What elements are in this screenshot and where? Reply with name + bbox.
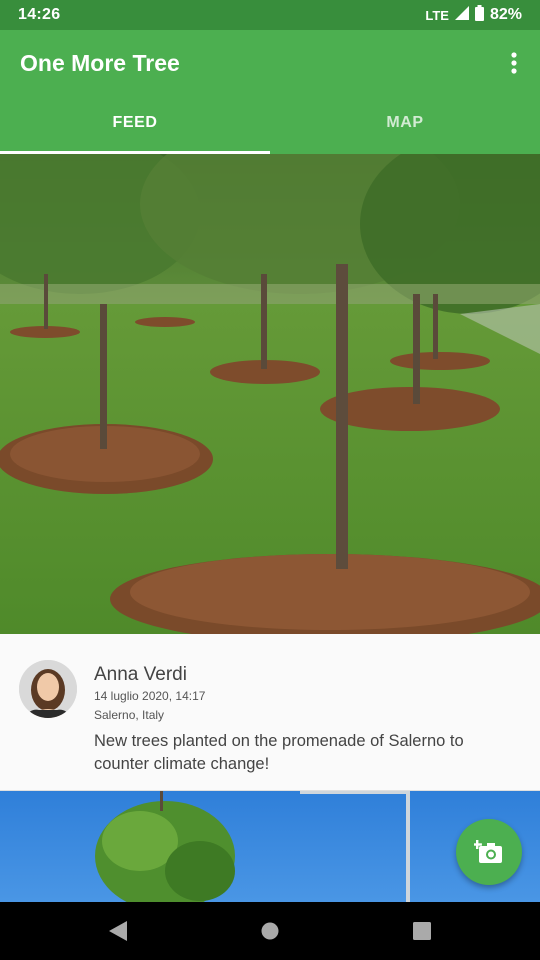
- battery-icon: [474, 4, 484, 26]
- post-location: Salerno, Italy: [94, 708, 165, 722]
- post-author[interactable]: Anna Verdi: [94, 664, 187, 686]
- network-type: LTE: [425, 7, 449, 23]
- tab-map[interactable]: MAP: [270, 92, 540, 154]
- post-text: New trees planted on the promenade of Sa…: [94, 732, 464, 773]
- home-icon: [261, 922, 279, 940]
- status-bar: 14:26 LTE 82%: [0, 0, 540, 30]
- post-date: 14 luglio 2020, 14:17: [94, 689, 206, 703]
- add-photo-button[interactable]: [456, 819, 522, 885]
- recents-button[interactable]: [410, 919, 434, 943]
- tab-feed[interactable]: FEED: [0, 92, 270, 154]
- signal-icon: [454, 5, 469, 25]
- feed-list[interactable]: Anna Verdi 14 luglio 2020, 14:17 Salerno…: [0, 154, 540, 902]
- back-button[interactable]: [106, 919, 130, 943]
- status-icons: LTE 82%: [425, 4, 522, 26]
- tab-bar: FEED MAP: [0, 92, 540, 154]
- app-bar: One More Tree FEED MAP: [0, 30, 540, 154]
- status-time: 14:26: [18, 6, 61, 23]
- post-card[interactable]: Anna Verdi 14 luglio 2020, 14:17 Salerno…: [0, 634, 540, 791]
- more-vert-icon: [511, 52, 517, 74]
- home-button[interactable]: [258, 919, 282, 943]
- post-photo[interactable]: [0, 154, 540, 634]
- back-icon: [109, 921, 127, 941]
- app-title: One More Tree: [20, 50, 180, 76]
- add-photo-icon: [474, 840, 502, 863]
- recents-icon: [413, 922, 431, 940]
- battery-level: 82%: [489, 6, 522, 23]
- avatar[interactable]: [19, 660, 77, 718]
- navigation-bar: [0, 902, 540, 960]
- more-options-button[interactable]: [502, 48, 526, 78]
